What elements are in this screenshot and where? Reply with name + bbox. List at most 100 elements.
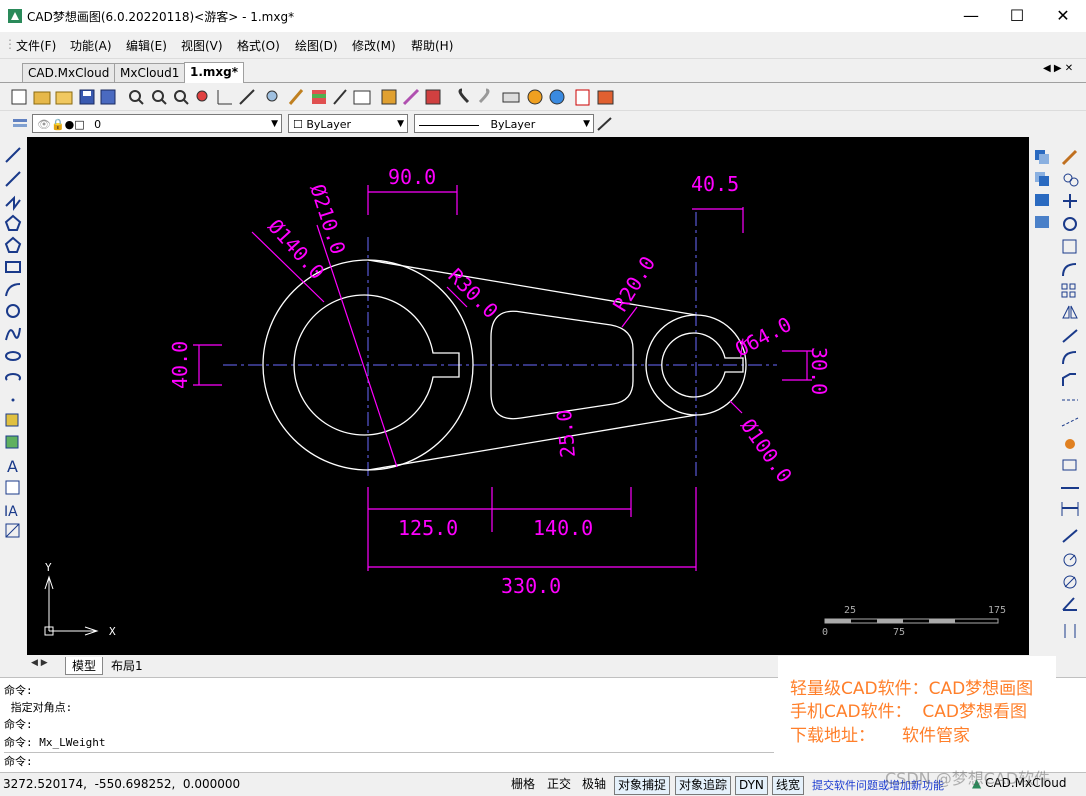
dim-radius-icon	[1063, 553, 1077, 567]
command-line: 命令:	[4, 718, 33, 731]
scale-label-25: 25	[844, 605, 856, 616]
close-button[interactable]: ✕	[1040, 0, 1086, 32]
chevron-down-icon: ▼	[397, 119, 404, 129]
tab-1-mxg[interactable]: 1.mxg*	[184, 62, 245, 83]
app-logo-icon	[8, 9, 22, 23]
toggle-lineweight[interactable]: 线宽	[772, 776, 805, 795]
toggle-dyn[interactable]: DYN	[735, 776, 768, 795]
toggle-ortho[interactable]: 正交	[544, 776, 574, 793]
chevron-down-icon: ▼	[583, 119, 590, 129]
maximize-button[interactable]: ☐	[994, 0, 1040, 32]
ellipse-arc-icon	[5, 372, 21, 381]
dim-dia-210: Ø210.0	[305, 181, 350, 257]
minimize-button[interactable]: —	[948, 0, 994, 32]
open-file-icon	[33, 91, 51, 105]
tab-model[interactable]: 模型	[65, 657, 104, 675]
layer-icon	[312, 90, 326, 104]
tab-nav-controls[interactable]: ◀ ▶ ✕	[1043, 63, 1073, 74]
new-file-icon	[11, 89, 27, 105]
promo-line-2: 手机CAD软件： CAD梦想看图	[790, 702, 1027, 722]
scale-label-75: 75	[893, 627, 905, 638]
dim-30: 30.0	[807, 347, 831, 395]
menu-edit[interactable]: 编辑(E)	[126, 37, 167, 54]
arc-icon	[5, 283, 21, 297]
dim-dia-100: Ø100.0	[736, 414, 797, 487]
dim-330: 330.0	[501, 574, 561, 598]
svg-text:A: A	[7, 457, 18, 476]
ucs-x-label: X	[109, 625, 116, 638]
layer-select[interactable]: 👁🔒●□ 0 ▼	[32, 114, 282, 133]
stretch-icon	[1062, 459, 1077, 471]
trim-icon	[1062, 329, 1078, 343]
linetype-select[interactable]: ByLayer ▼	[414, 114, 594, 133]
layer-manager-icon[interactable]	[12, 116, 30, 132]
mirror-icon	[1062, 305, 1078, 319]
modify-toolbar	[1061, 149, 1079, 638]
scale-label-175: 175	[988, 605, 1006, 616]
document-tabs: CAD.MxCloud MxCloud1 1.mxg* ◀ ▶ ✕	[0, 60, 1086, 83]
status-bar: 3272.520174, -550.698252, 0.000000 栅格 正交…	[0, 769, 1086, 796]
move-icon	[1063, 194, 1077, 208]
chamfer-icon	[1062, 373, 1076, 386]
zoom-realtime-icon	[152, 90, 167, 105]
coordinate-icon	[217, 90, 232, 105]
svg-text:IA: IA	[4, 504, 18, 520]
menu-modify[interactable]: 修改(M)	[352, 37, 396, 54]
color-wheel-icon	[527, 89, 543, 105]
toggle-grid[interactable]: 栅格	[508, 776, 538, 793]
scale-bar: 25 175 0 75	[822, 605, 1006, 638]
menu-format[interactable]: 格式(O)	[237, 37, 280, 54]
menu-function[interactable]: 功能(A)	[70, 37, 112, 54]
command-line: 命令:	[4, 684, 33, 697]
dim-angular-icon	[1062, 597, 1077, 611]
dim-25: 25.0	[552, 409, 580, 459]
menu-file[interactable]: 文件(F)	[16, 37, 56, 54]
line-icon	[5, 147, 21, 163]
dim-40-5: 40.5	[691, 172, 739, 196]
menu-view[interactable]: 视图(V)	[181, 37, 223, 54]
polygon-icon	[4, 214, 22, 231]
layout-nav-arrows[interactable]: ◀ ▶	[31, 658, 48, 668]
tab-mxcloud1[interactable]: MxCloud1	[114, 63, 186, 82]
ucs-y-label: Y	[45, 561, 52, 574]
dim-40: 40.0	[168, 341, 192, 389]
web-icon	[549, 89, 565, 105]
drawing-canvas[interactable]: 90.0 40.5 Ø210.0 Ø140.0 R30.0 R20.0 Ø64.…	[27, 137, 1029, 655]
point-icon	[11, 398, 15, 402]
toggle-otrack[interactable]: 对象追踪	[675, 776, 732, 795]
rotate-icon	[1063, 217, 1077, 231]
dim-diameter-icon	[1063, 575, 1077, 589]
ray-icon	[5, 171, 21, 187]
dim-r20: R20.0	[608, 252, 660, 316]
dim-dia-64: Ø64.0	[731, 312, 795, 361]
layout-tabs: ◀ ▶ 模型 布局1	[27, 656, 777, 675]
break-icon	[1061, 417, 1079, 427]
standard-toolbar-icons	[11, 88, 614, 106]
tab-cad-mxcloud[interactable]: CAD.MxCloud	[22, 63, 116, 82]
lineweight-icon[interactable]	[596, 115, 614, 133]
command-line: 命令: Mx_LWeight	[4, 736, 106, 749]
scale-icon	[1062, 239, 1077, 254]
toggle-osnap[interactable]: 对象捕捉	[614, 776, 671, 795]
bring-front-icon	[1035, 150, 1049, 164]
command-input[interactable]: 命令:	[4, 752, 774, 769]
color-select-value: ByLayer	[306, 118, 352, 131]
match-prop-icon	[402, 88, 420, 106]
cursor-coordinates: 3272.520174, -550.698252, 0.000000	[3, 777, 241, 791]
lower-tangent-line	[367, 414, 697, 471]
command-line: 指定对角点:	[4, 701, 73, 714]
tab-layout1[interactable]: 布局1	[105, 657, 149, 674]
chevron-down-icon: ▼	[271, 119, 278, 129]
circle-icon	[6, 304, 20, 318]
promo-panel: 轻量级CAD软件：CAD梦想画图 手机CAD软件： CAD梦想看图 下载地址： …	[778, 656, 1056, 772]
toggle-polar[interactable]: 极轴	[579, 776, 609, 793]
standard-toolbar	[0, 84, 1086, 111]
find-icon	[266, 90, 278, 102]
menu-draw[interactable]: 绘图(D)	[295, 37, 338, 54]
offset-icon	[1062, 263, 1077, 277]
make-block-icon	[5, 435, 19, 449]
color-select[interactable]: ☐ ByLayer ▼	[288, 114, 408, 133]
dim-aligned-icon	[1062, 529, 1078, 543]
save-as-icon	[100, 89, 116, 105]
menu-help[interactable]: 帮助(H)	[411, 37, 453, 54]
